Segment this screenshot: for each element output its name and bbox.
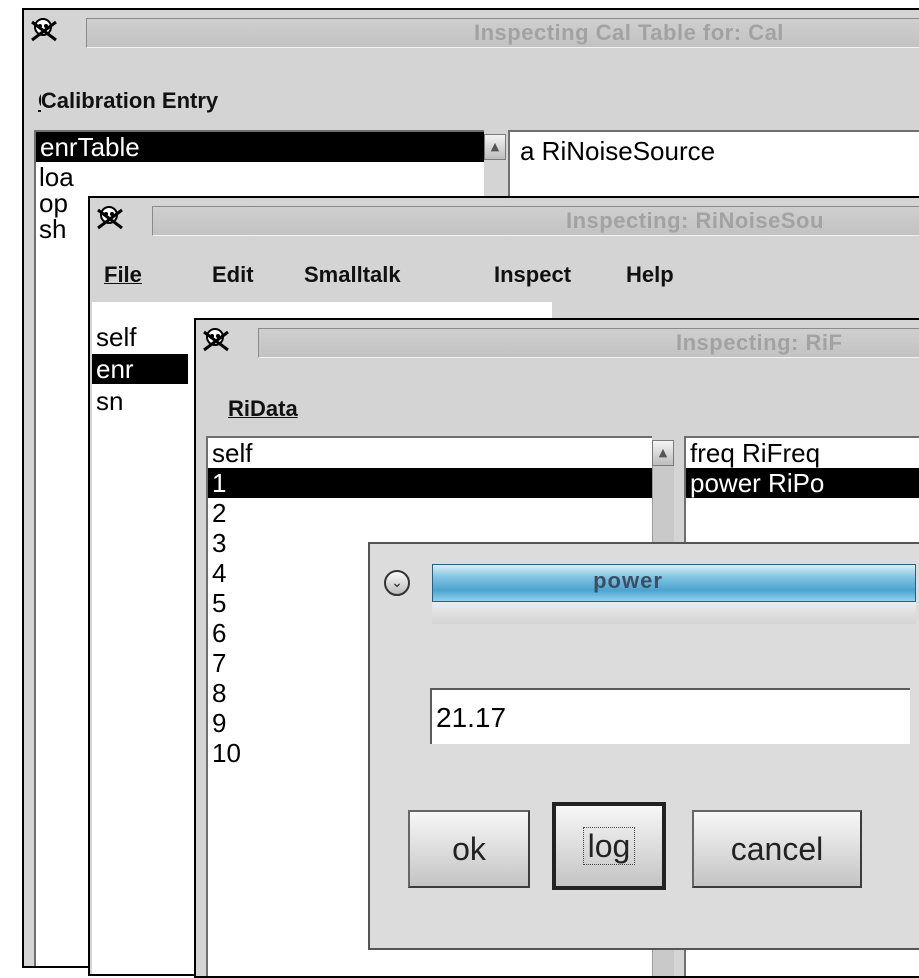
menu-label: Help (626, 262, 674, 287)
ok-button[interactable]: ok (408, 810, 530, 888)
field-self[interactable]: self (208, 438, 652, 468)
menu-inspect[interactable]: Inspect (494, 262, 571, 288)
power-value-text: 21.17 (436, 702, 507, 733)
menu-calibration-entry[interactable]: CCalibration Entry (38, 88, 219, 114)
window-title: Inspecting Cal Table for: Cal (474, 20, 784, 45)
cancel-button[interactable]: cancel (692, 810, 862, 888)
value-freq[interactable]: freq RiFreq (686, 438, 919, 468)
dialog-title-shadow (432, 602, 916, 624)
menu-file[interactable]: File (104, 262, 142, 288)
menu-label: Inspect (494, 262, 572, 287)
menu-ridata[interactable]: RiData (228, 396, 298, 422)
field-2[interactable]: 2 (208, 498, 652, 528)
menu-label: File (104, 262, 142, 287)
scroll-up-arrow-icon[interactable]: ▲ (652, 440, 674, 466)
field-1[interactable]: 1 (208, 468, 652, 498)
smalltalk-app-icon[interactable] (94, 204, 128, 236)
window-title: Inspecting: RiF (676, 330, 843, 355)
smalltalk-app-icon[interactable] (28, 16, 62, 48)
collapse-chevron-icon[interactable]: ⌄ (384, 570, 410, 596)
window-title: Inspecting: RiNoiseSou (566, 208, 824, 233)
power-dialog-titlebar[interactable]: power (432, 564, 916, 602)
menu-help[interactable]: Help (626, 262, 674, 288)
noise-menubar: File Edit Smalltalk Inspect Help (90, 254, 919, 298)
power-dialog: ⌄ power 21.17 ok log cancel (368, 542, 919, 950)
value-power[interactable]: power RiPo (686, 468, 919, 498)
log-button-label: log (582, 827, 636, 865)
ridata-window-titlebar[interactable]: Inspecting: RiF (196, 320, 919, 366)
menu-label: RiData (228, 396, 298, 421)
menu-smalltalk[interactable]: Smalltalk (304, 262, 401, 288)
menu-label: Edit (212, 262, 254, 287)
log-button[interactable]: log (552, 802, 666, 890)
menu-label: Calibration Entry (40, 88, 219, 113)
ridata-menubar: RiData (196, 388, 919, 432)
scroll-up-arrow-icon[interactable]: ▲ (484, 134, 506, 160)
value-text: a RiNoiseSource (520, 136, 716, 166)
field-enrtable[interactable]: enrTable (36, 132, 484, 162)
cal-menubar: CCalibration Entry (24, 80, 919, 124)
power-value-input[interactable]: 21.17 (430, 688, 910, 744)
noise-window-titlebar[interactable]: Inspecting: RiNoiseSou (90, 198, 919, 244)
menu-label: Smalltalk (304, 262, 401, 287)
smalltalk-app-icon[interactable] (200, 326, 234, 358)
field-enr[interactable]: enr (92, 354, 188, 384)
menu-edit[interactable]: Edit (212, 262, 254, 288)
power-dialog-title: power (593, 568, 663, 593)
cal-window-titlebar[interactable]: Inspecting Cal Table for: Cal (24, 10, 919, 56)
